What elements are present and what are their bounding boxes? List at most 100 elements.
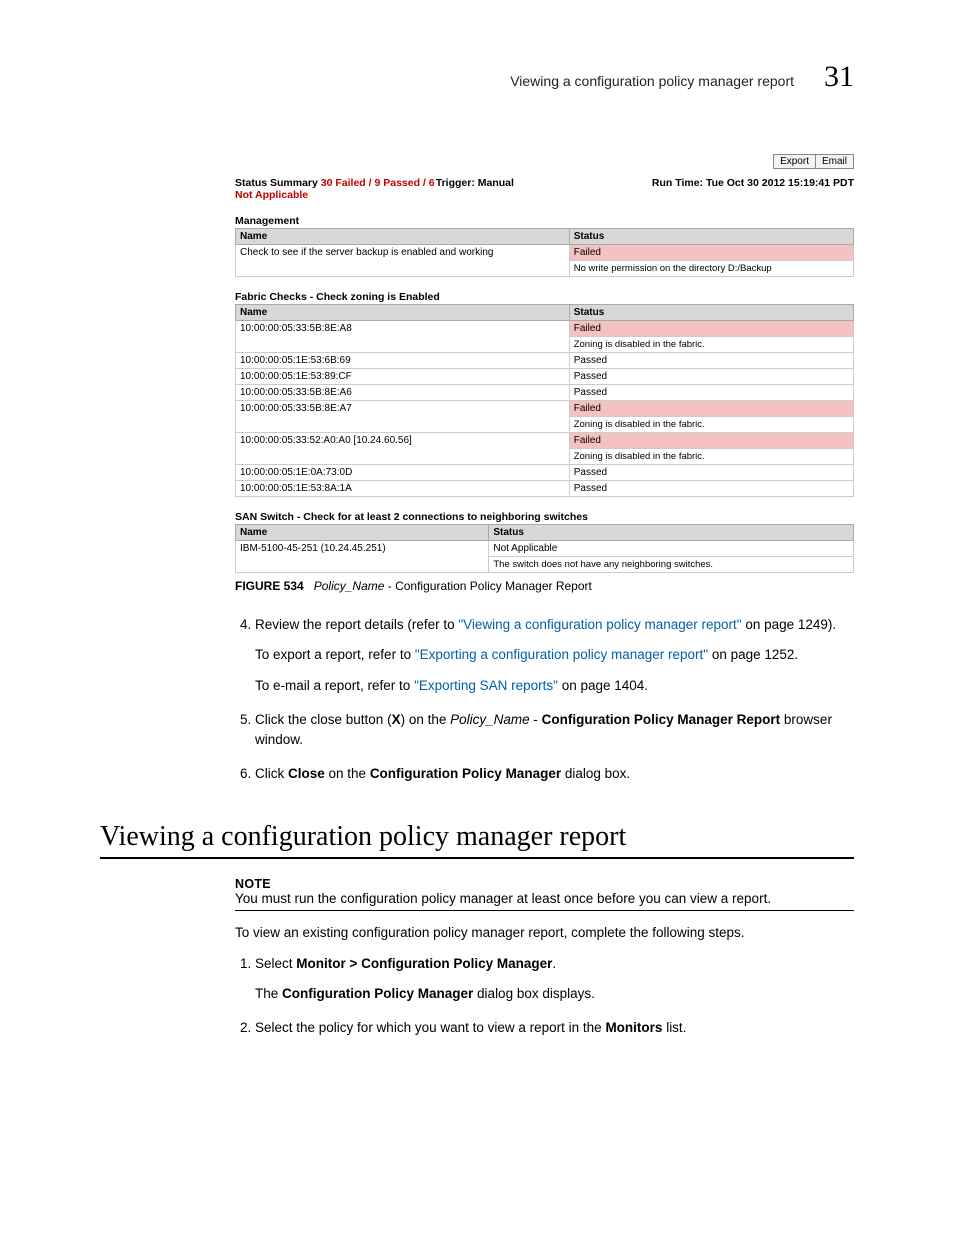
status-summary-prefix: Status Summary bbox=[235, 177, 321, 189]
note-block: NOTE You must run the configuration poli… bbox=[235, 877, 854, 911]
cell-name: 10:00:00:05:33:5B:8E:A7 bbox=[236, 401, 570, 433]
cell-status: Passed bbox=[569, 353, 853, 369]
section-title-san: SAN Switch - Check for at least 2 connec… bbox=[235, 511, 854, 523]
table-row: 10:00:00:05:1E:0A:73:0D Passed bbox=[236, 465, 854, 481]
text: - bbox=[530, 712, 542, 727]
trigger-label: Trigger: Manual bbox=[436, 177, 603, 189]
cell-name: 10:00:00:05:33:5B:8E:A8 bbox=[236, 321, 570, 353]
cell-name: 10:00:00:05:1E:53:6B:69 bbox=[236, 353, 570, 369]
cell-status: Failed Zoning is disabled in the fabric. bbox=[569, 401, 853, 433]
report-summary-row: Status Summary 30 Failed / 9 Passed / 6 … bbox=[235, 177, 854, 201]
table-row: 10:00:00:05:33:5B:8E:A7 Failed Zoning is… bbox=[236, 401, 854, 433]
cell-status: Passed bbox=[569, 465, 853, 481]
menu-path: Monitor > Configuration Policy Manager bbox=[296, 956, 552, 971]
running-title: Viewing a configuration policy manager r… bbox=[510, 73, 794, 89]
cell-name: IBM-5100-45-251 (10.24.45.251) bbox=[236, 541, 489, 573]
status-badge: Failed bbox=[570, 401, 853, 416]
status-detail: Zoning is disabled in the fabric. bbox=[570, 336, 853, 352]
cell-name: 10:00:00:05:1E:0A:73:0D bbox=[236, 465, 570, 481]
text: To export a report, refer to bbox=[255, 647, 415, 662]
close-bold: Close bbox=[288, 766, 325, 781]
report-button-row: Export Email bbox=[235, 154, 854, 169]
col-status: Status bbox=[569, 305, 853, 321]
cell-status: Failed Zoning is disabled in the fabric. bbox=[569, 321, 853, 353]
figure-caption: FIGURE 534 Policy_Name - Configuration P… bbox=[235, 579, 854, 593]
note-header: NOTE bbox=[235, 877, 854, 891]
text: The bbox=[255, 986, 282, 1001]
table-header-row: Name Status bbox=[236, 305, 854, 321]
management-table: Name Status Check to see if the server b… bbox=[235, 228, 854, 277]
document-page: Viewing a configuration policy manager r… bbox=[0, 0, 954, 1128]
text: Click bbox=[255, 766, 288, 781]
text: on page 1404. bbox=[558, 678, 648, 693]
email-button[interactable]: Email bbox=[815, 154, 854, 169]
cell-status: Passed bbox=[569, 385, 853, 401]
xref-viewing-report[interactable]: "Viewing a configuration policy manager … bbox=[458, 617, 741, 632]
col-name: Name bbox=[236, 525, 489, 541]
chapter-number: 31 bbox=[824, 60, 854, 94]
status-detail: The switch does not have any neighboring… bbox=[489, 556, 853, 572]
xref-exporting-report[interactable]: "Exporting a configuration policy manage… bbox=[415, 647, 708, 662]
status-badge: Failed bbox=[570, 245, 853, 260]
status-badge: Passed bbox=[570, 385, 853, 400]
status-badge: Passed bbox=[570, 481, 853, 496]
table-row: IBM-5100-45-251 (10.24.45.251) Not Appli… bbox=[236, 541, 854, 573]
san-table: Name Status IBM-5100-45-251 (10.24.45.25… bbox=[235, 524, 854, 573]
running-header: Viewing a configuration policy manager r… bbox=[100, 60, 854, 94]
status-summary: Status Summary 30 Failed / 9 Passed / 6 … bbox=[235, 177, 436, 201]
table-row: 10:00:00:05:1E:53:89:CF Passed bbox=[236, 369, 854, 385]
text: Select bbox=[255, 956, 296, 971]
cell-status: Passed bbox=[569, 481, 853, 497]
note-body: You must run the configuration policy ma… bbox=[235, 891, 854, 906]
note-rule bbox=[235, 910, 854, 911]
status-badge: Not Applicable bbox=[489, 541, 853, 556]
intro-paragraph: To view an existing configuration policy… bbox=[235, 925, 854, 940]
steps-continued: Review the report details (refer to "Vie… bbox=[235, 615, 854, 785]
status-detail: Zoning is disabled in the fabric. bbox=[570, 416, 853, 432]
heading-rule bbox=[100, 857, 854, 859]
xref-exporting-san[interactable]: "Exporting SAN reports" bbox=[414, 678, 558, 693]
text: on the bbox=[325, 766, 370, 781]
export-button[interactable]: Export bbox=[773, 154, 816, 169]
table-row: 10:00:00:05:33:52:A0:A0 [10.24.60.56] Fa… bbox=[236, 433, 854, 465]
col-status: Status bbox=[489, 525, 854, 541]
status-badge: Failed bbox=[570, 433, 853, 448]
cell-name: Check to see if the server backup is ena… bbox=[236, 245, 570, 277]
text: dialog box. bbox=[561, 766, 630, 781]
figure-label: FIGURE 534 bbox=[235, 579, 304, 593]
step-2: Select the policy for which you want to … bbox=[255, 1018, 854, 1038]
text: on page 1252. bbox=[708, 647, 798, 662]
dialog-bold: Configuration Policy Manager bbox=[370, 766, 561, 781]
status-badge: Failed bbox=[570, 321, 853, 336]
cell-status: Failed Zoning is disabled in the fabric. bbox=[569, 433, 853, 465]
step-6: Click Close on the Configuration Policy … bbox=[255, 764, 854, 784]
steps-new: Select Monitor > Configuration Policy Ma… bbox=[235, 954, 854, 1039]
cell-name: 10:00:00:05:33:52:A0:A0 [10.24.60.56] bbox=[236, 433, 570, 465]
cell-status: Passed bbox=[569, 369, 853, 385]
cell-status: Failed No write permission on the direct… bbox=[569, 245, 853, 277]
text: . bbox=[552, 956, 556, 971]
close-x: X bbox=[392, 712, 401, 727]
col-name: Name bbox=[236, 229, 570, 245]
col-name: Name bbox=[236, 305, 570, 321]
col-status: Status bbox=[569, 229, 853, 245]
status-badge: Passed bbox=[570, 465, 853, 480]
table-header-row: Name Status bbox=[236, 525, 854, 541]
status-detail: Zoning is disabled in the fabric. bbox=[570, 448, 853, 464]
text: Review the report details (refer to bbox=[255, 617, 458, 632]
status-badge: Passed bbox=[570, 369, 853, 384]
text: list. bbox=[662, 1020, 686, 1035]
table-row: 10:00:00:05:1E:53:6B:69 Passed bbox=[236, 353, 854, 369]
policy-name-ital: Policy_Name bbox=[450, 712, 530, 727]
status-detail: No write permission on the directory D:/… bbox=[570, 260, 853, 276]
status-badge: Passed bbox=[570, 353, 853, 368]
monitors-bold: Monitors bbox=[605, 1020, 662, 1035]
cell-name: 10:00:00:05:1E:53:89:CF bbox=[236, 369, 570, 385]
section-heading: Viewing a configuration policy manager r… bbox=[100, 821, 854, 853]
figure-suffix: - Configuration Policy Manager Report bbox=[384, 579, 591, 593]
cell-status: Not Applicable The switch does not have … bbox=[489, 541, 854, 573]
section-title-fabric: Fabric Checks - Check zoning is Enabled bbox=[235, 291, 854, 303]
dialog-name: Configuration Policy Manager bbox=[282, 986, 473, 1001]
table-header-row: Name Status bbox=[236, 229, 854, 245]
fabric-table: Name Status 10:00:00:05:33:5B:8E:A8 Fail… bbox=[235, 304, 854, 497]
